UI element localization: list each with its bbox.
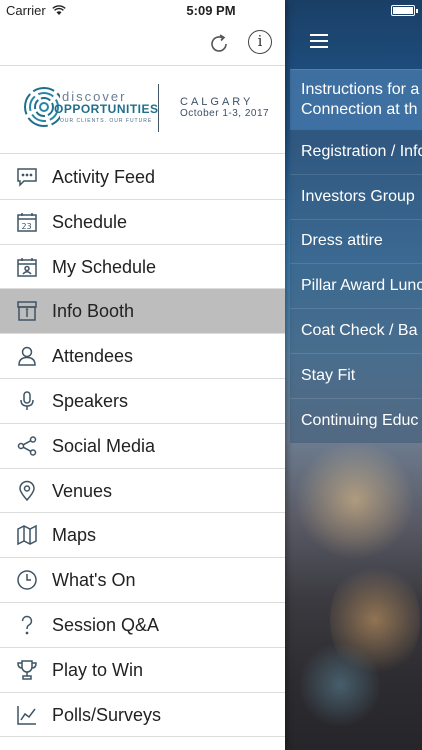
question-icon — [16, 614, 38, 636]
svg-text:23: 23 — [22, 222, 32, 231]
person-icon — [16, 345, 38, 367]
menu-item-label: My Schedule — [52, 256, 157, 277]
calendar-icon: 23 — [16, 211, 38, 233]
menu-item-label: Schedule — [52, 211, 128, 232]
menu-item-venues[interactable]: Venues — [0, 469, 285, 514]
map-icon — [16, 524, 38, 546]
list-item-label: Connection at th — [301, 100, 418, 118]
chat-bubble-icon — [16, 166, 38, 188]
list-item[interactable]: Stay Fit — [290, 352, 422, 398]
chart-icon — [16, 704, 38, 726]
info-booth-list: Instructions for a Connection at th Regis… — [290, 69, 422, 443]
menu-item-play-to-win[interactable]: Play to Win — [0, 648, 285, 693]
list-item[interactable]: Dress attire — [290, 218, 422, 264]
event-city: CALGARY — [180, 96, 254, 108]
menu-item-session-qa[interactable]: Session Q&A — [0, 603, 285, 648]
hamburger-menu-icon[interactable] — [309, 30, 329, 52]
side-drawer: i discover OPPORTUNITIES OUR CLIENTS. OU… — [0, 0, 285, 750]
info-booth-icon — [16, 300, 38, 322]
menu-item-maps[interactable]: Maps — [0, 513, 285, 559]
trophy-icon — [16, 659, 38, 681]
clock-time: 5:09 PM — [186, 3, 236, 18]
battery-icon — [391, 5, 418, 16]
info-icon[interactable]: i — [248, 30, 272, 54]
clock-icon — [16, 569, 38, 591]
logo-divider — [158, 84, 159, 132]
share-icon — [16, 435, 38, 457]
menu-item-social-media[interactable]: Social Media — [0, 424, 285, 469]
menu-item-speakers[interactable]: Speakers — [0, 379, 285, 424]
list-item[interactable]: Instructions for a Connection at th — [290, 69, 422, 129]
person-calendar-icon — [16, 256, 38, 278]
menu-item-label: Polls/Surveys — [52, 704, 162, 725]
menu-item-label: Info Booth — [52, 301, 135, 322]
list-item-label: Instructions for a — [301, 80, 420, 98]
city-light-glow — [295, 440, 415, 560]
app-screen: Instructions for a Connection at th Regis… — [0, 0, 422, 750]
menu-item-whats-on[interactable]: What's On — [0, 558, 285, 603]
drawer-toolbar: i — [0, 22, 285, 66]
menu-item-schedule[interactable]: 23 Schedule — [0, 200, 285, 245]
logo-word-main: OPPORTUNITIES — [54, 102, 159, 116]
event-logo: discover OPPORTUNITIES OUR CLIENTS. OUR … — [0, 66, 285, 154]
menu-item-activity-feed[interactable]: Activity Feed — [0, 155, 285, 200]
event-dates: October 1-3, 2017 — [180, 108, 270, 119]
microphone-icon — [16, 390, 38, 412]
list-item[interactable]: Pillar Award Lunc — [290, 263, 422, 309]
menu-item-polls-surveys[interactable]: Polls/Surveys — [0, 693, 285, 738]
navigation-menu: Activity Feed 23 Schedule My Schedule In… — [0, 155, 285, 738]
list-item[interactable]: Coat Check / Ba — [290, 308, 422, 353]
menu-item-my-schedule[interactable]: My Schedule — [0, 245, 285, 290]
menu-item-label: Venues — [52, 480, 113, 501]
menu-item-label: Attendees — [52, 346, 134, 367]
logo-tagline: OUR CLIENTS. OUR FUTURE — [60, 118, 153, 124]
menu-item-label: What's On — [52, 570, 136, 591]
menu-item-info-booth[interactable]: Info Booth — [0, 289, 285, 335]
list-item[interactable]: Investors Group — [290, 173, 422, 219]
menu-item-label: Speakers — [52, 390, 129, 411]
menu-item-label: Social Media — [52, 435, 156, 456]
list-item[interactable]: Registration / Info — [290, 129, 422, 174]
menu-item-label: Activity Feed — [52, 167, 156, 187]
menu-item-label: Play to Win — [52, 659, 144, 680]
status-bar: Carrier 5:09 PM — [0, 0, 422, 22]
menu-item-label: Session Q&A — [52, 614, 160, 635]
refresh-icon[interactable] — [206, 31, 232, 57]
menu-item-attendees[interactable]: Attendees — [0, 334, 285, 379]
location-pin-icon — [16, 480, 38, 502]
city-light-glow — [300, 640, 380, 730]
list-item[interactable]: Continuing Educ — [290, 397, 422, 443]
menu-item-label: Maps — [52, 525, 97, 546]
